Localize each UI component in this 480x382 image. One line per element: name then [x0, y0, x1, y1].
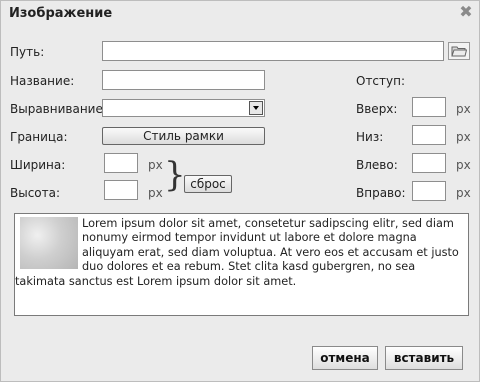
chevron-down-icon[interactable] — [249, 101, 263, 115]
reset-button[interactable]: сброс — [184, 175, 232, 193]
path-label: Путь: — [10, 45, 45, 59]
align-select[interactable] — [102, 99, 265, 117]
width-label: Ширина: — [10, 158, 66, 172]
dialog-titlebar[interactable]: Изображение ✖ — [1, 1, 479, 25]
width-unit: px — [148, 158, 163, 172]
dialog-title: Изображение — [9, 6, 113, 21]
name-label: Название: — [10, 74, 75, 88]
spacing-right-label: Вправо: — [356, 186, 406, 200]
image-preview: Lorem ipsum dolor sit amet, consetetur s… — [14, 213, 469, 316]
spacing-bottom-unit: px — [456, 130, 471, 144]
border-label: Граница: — [10, 130, 68, 144]
spacing-top-unit: px — [456, 102, 471, 116]
cancel-button[interactable]: отмена — [312, 346, 378, 370]
height-label: Высота: — [10, 186, 61, 200]
spacing-right-unit: px — [456, 186, 471, 200]
preview-text: Lorem ipsum dolor sit amet, consetetur s… — [15, 217, 459, 288]
align-label: Выравнивание: — [10, 102, 107, 116]
spacing-left-unit: px — [456, 158, 471, 172]
height-input[interactable] — [104, 180, 138, 200]
browse-button[interactable] — [448, 42, 470, 60]
spacing-top-input[interactable] — [412, 97, 446, 117]
spacing-right-input[interactable] — [412, 181, 446, 201]
spacing-left-label: Влево: — [356, 158, 398, 172]
link-brace: } — [164, 155, 186, 195]
height-unit: px — [148, 186, 163, 200]
path-input[interactable] — [102, 41, 444, 61]
spacing-left-input[interactable] — [412, 153, 446, 173]
image-dialog: Изображение ✖ Путь: Название: Выравниван… — [0, 0, 480, 382]
folder-icon — [451, 46, 467, 57]
name-input[interactable] — [102, 70, 265, 90]
preview-image-thumbnail — [20, 217, 78, 269]
spacing-bottom-label: Низ: — [356, 130, 384, 144]
spacing-top-label: Вверх: — [356, 102, 398, 116]
border-style-button[interactable]: Стиль рамки — [102, 127, 265, 145]
width-input[interactable] — [104, 153, 138, 173]
spacing-bottom-input[interactable] — [412, 125, 446, 145]
insert-button[interactable]: вставить — [385, 346, 463, 370]
spacing-title: Отступ: — [356, 74, 406, 88]
close-icon[interactable]: ✖ — [459, 4, 473, 20]
